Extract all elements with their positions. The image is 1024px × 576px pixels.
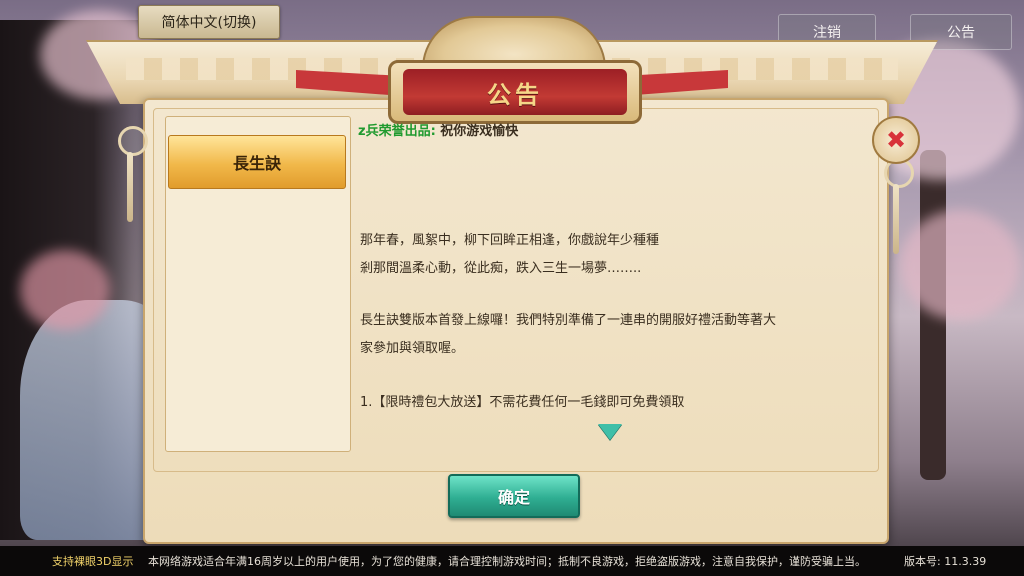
content-line: 那年春，風絮中，柳下回眸正相逢，你戲說年少種種 bbox=[360, 233, 660, 248]
announcement-tab-list: 長生訣 bbox=[165, 116, 351, 452]
background-blossom bbox=[20, 250, 110, 330]
dialog-title: 公告 bbox=[403, 69, 627, 115]
tassel-ornament bbox=[127, 152, 133, 222]
scroll-down-arrow-icon[interactable] bbox=[598, 424, 622, 440]
dialog-title-plaque: 公告 bbox=[388, 16, 642, 124]
version-text: 版本号: 11.3.39 bbox=[904, 555, 987, 568]
close-icon: ✖ bbox=[885, 126, 907, 154]
tassel-ornament bbox=[893, 184, 899, 254]
health-notice-text: 本网络游戏适合年满16周岁以上的用户使用，为了您的健康，请合理控制游戏时间；抵制… bbox=[148, 555, 866, 568]
content-line: 剎那間溫柔心動，從此痴，跌入三生一場夢…….. bbox=[360, 261, 642, 276]
background-blossom bbox=[900, 210, 1020, 320]
tab-changshengjue[interactable]: 長生訣 bbox=[168, 135, 346, 189]
content-line: 1.【限時禮包大放送】不需花費任何一毛錢即可免費領取 bbox=[360, 395, 685, 410]
content-header: z兵荣誉出品: 祝你游戏愉快 bbox=[358, 120, 518, 139]
plaque-board: 公告 bbox=[388, 60, 642, 124]
right-hanging-ornament bbox=[882, 150, 914, 260]
publisher-label: z兵荣誉出品: bbox=[358, 124, 436, 139]
greeting-text: 祝你游戏愉快 bbox=[440, 124, 519, 139]
close-button[interactable]: ✖ bbox=[872, 116, 920, 164]
content-line: 長生訣雙版本首發上線囉！我們特別準備了一連串的開服好禮活動等著大 bbox=[360, 313, 777, 328]
content-line: 家參加與領取喔。 bbox=[360, 341, 465, 356]
language-switch-button[interactable]: 简体中文(切换) bbox=[138, 5, 280, 39]
announcement-content[interactable]: z兵荣誉出品: 祝你游戏愉快 那年春，風絮中，柳下回眸正相逢，你戲說年少種種 剎… bbox=[352, 116, 842, 450]
confirm-button[interactable]: 确定 bbox=[448, 474, 580, 518]
ring-ornament-icon bbox=[118, 126, 148, 156]
footer-bar: 支持裸眼3D显示 本网络游戏适合年满16周岁以上的用户使用，为了您的健康，请合理… bbox=[0, 546, 1024, 576]
3d-support-text: 支持裸眼3D显示 bbox=[52, 555, 134, 568]
left-hanging-ornament bbox=[116, 118, 148, 228]
